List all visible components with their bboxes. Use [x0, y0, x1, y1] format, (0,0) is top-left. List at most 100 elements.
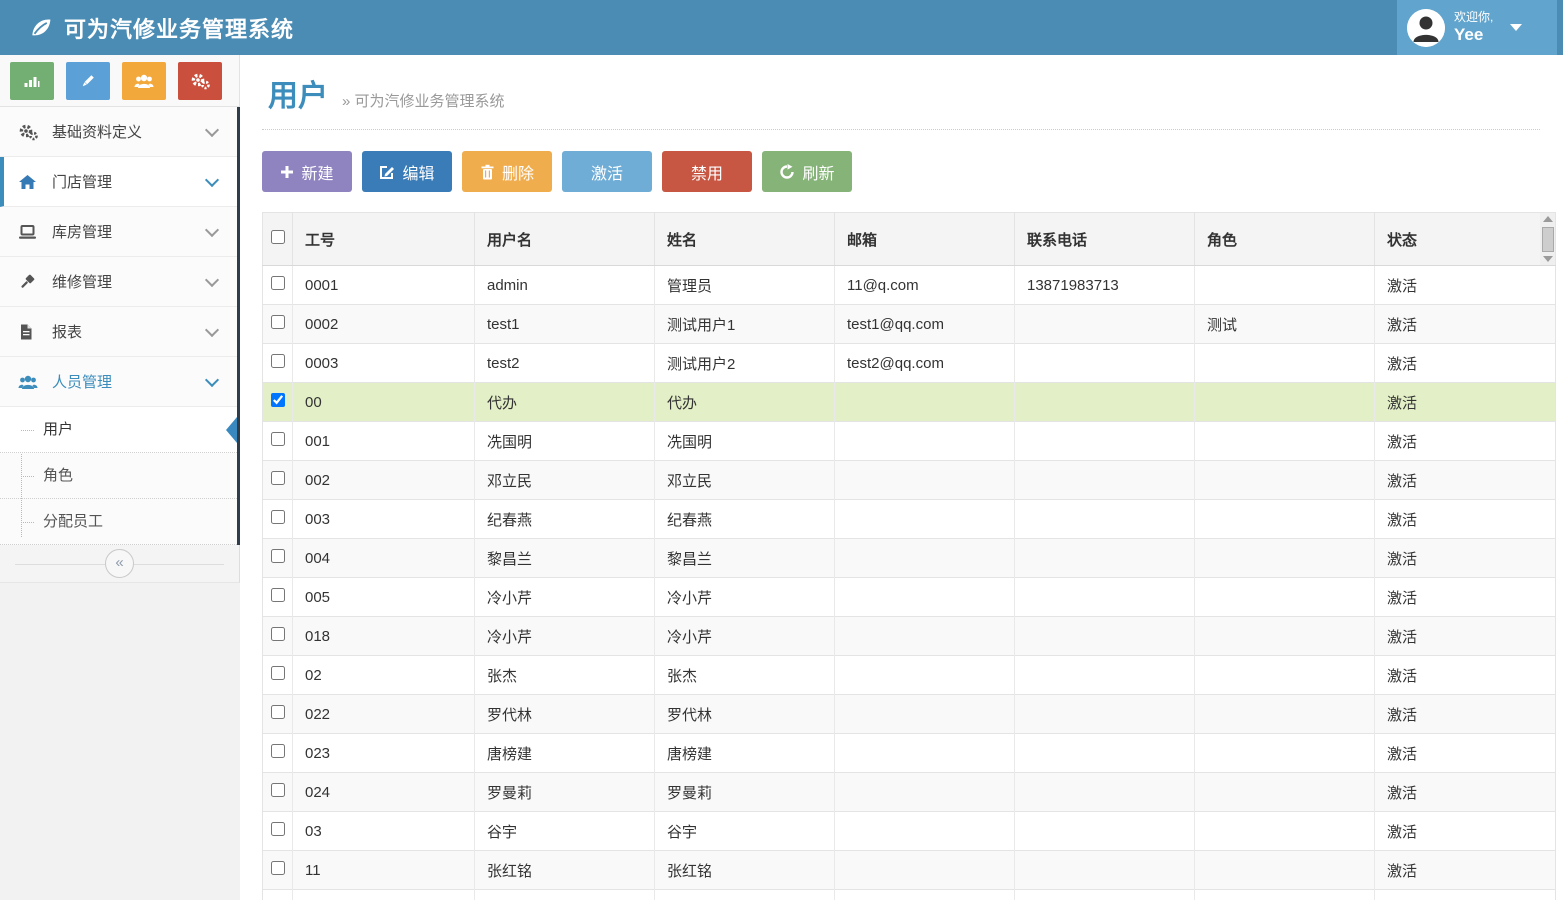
table-row[interactable]: 001冼国明冼国明激活: [263, 422, 1556, 461]
table-cell: 03: [293, 812, 475, 851]
table-row[interactable]: 003纪春燕纪春燕激活: [263, 500, 1556, 539]
sidebar-quick-buttons: [0, 55, 240, 107]
pencil-icon: [79, 72, 97, 90]
sidebar-item-personnel[interactable]: 人员管理: [0, 357, 237, 407]
table-row[interactable]: 018冷小芹冷小芹激活: [263, 617, 1556, 656]
sidebar-item-basic-data[interactable]: 基础资料定义: [0, 107, 237, 157]
table-cell: 00: [293, 383, 475, 422]
table-row[interactable]: 12何晓红何晓红激活: [263, 890, 1556, 900]
delete-button[interactable]: 删除: [462, 151, 552, 192]
quick-settings-button[interactable]: [178, 62, 222, 100]
row-checkbox[interactable]: [271, 783, 285, 797]
row-checkbox[interactable]: [271, 549, 285, 563]
sidebar-item-stores[interactable]: 门店管理: [0, 157, 237, 207]
table-cell: [1015, 695, 1195, 734]
table-row[interactable]: 002邓立民邓立民激活: [263, 461, 1556, 500]
refresh-button[interactable]: 刷新: [762, 151, 852, 192]
column-header-email[interactable]: 邮箱: [835, 213, 1015, 266]
new-button[interactable]: 新建: [262, 151, 352, 192]
row-checkbox[interactable]: [271, 510, 285, 524]
table-cell: 0002: [293, 305, 475, 344]
chevron-down-icon: [205, 372, 219, 386]
row-checkbox[interactable]: [271, 744, 285, 758]
table-row[interactable]: 004黎昌兰黎昌兰激活: [263, 539, 1556, 578]
table-cell: [835, 890, 1015, 900]
table-cell: 张红铭: [475, 851, 655, 890]
page-title: 用户: [268, 71, 328, 115]
sidebar-item-label: 报表: [52, 321, 82, 342]
table-cell: [1195, 266, 1375, 305]
row-checkbox[interactable]: [271, 315, 285, 329]
table-cell: 001: [293, 422, 475, 461]
table-cell: [1015, 383, 1195, 422]
edit-button[interactable]: 编辑: [362, 151, 452, 192]
row-checkbox[interactable]: [271, 822, 285, 836]
table-row[interactable]: 022罗代林罗代林激活: [263, 695, 1556, 734]
sidebar-subitem-roles[interactable]: 角色: [0, 453, 237, 499]
disable-button[interactable]: 禁用: [662, 151, 752, 192]
table-row[interactable]: 024罗曼莉罗曼莉激活: [263, 773, 1556, 812]
table-cell: [835, 851, 1015, 890]
scroll-up-icon[interactable]: [1543, 216, 1553, 222]
row-checkbox[interactable]: [271, 666, 285, 680]
table-cell: 13871983713: [1015, 266, 1195, 305]
user-menu[interactable]: 欢迎你, Yee: [1397, 0, 1557, 55]
row-checkbox[interactable]: [271, 861, 285, 875]
table-cell: 黎昌兰: [475, 539, 655, 578]
table-vertical-scrollbar[interactable]: [1540, 213, 1556, 265]
sidebar-item-reports[interactable]: 报表: [0, 307, 237, 357]
table-cell: 003: [293, 500, 475, 539]
table-row[interactable]: 11张红铭张红铭激活: [263, 851, 1556, 890]
sidebar-collapse-button[interactable]: «: [105, 549, 134, 578]
scrollbar-spacer-cell: [1540, 383, 1556, 422]
row-checkbox[interactable]: [271, 354, 285, 368]
activate-button[interactable]: 激活: [562, 151, 652, 192]
quick-users-button[interactable]: [122, 62, 166, 100]
sidebar-item-repair[interactable]: 维修管理: [0, 257, 237, 307]
row-checkbox[interactable]: [271, 588, 285, 602]
table-row[interactable]: 0002test1测试用户1test1@qq.com测试激活: [263, 305, 1556, 344]
table-cell: [1015, 461, 1195, 500]
column-header-id[interactable]: 工号: [293, 213, 475, 266]
table-row[interactable]: 02张杰张杰激活: [263, 656, 1556, 695]
table-cell: 谷宇: [475, 812, 655, 851]
table-row[interactable]: 03谷宇谷宇激活: [263, 812, 1556, 851]
users-icon: [134, 72, 154, 90]
table-row[interactable]: 0001admin管理员11@q.com13871983713激活: [263, 266, 1556, 305]
column-header-username[interactable]: 用户名: [475, 213, 655, 266]
row-checkbox[interactable]: [271, 393, 285, 407]
row-checkbox[interactable]: [271, 432, 285, 446]
scrollbar-spacer-cell: [1540, 617, 1556, 656]
row-checkbox[interactable]: [271, 471, 285, 485]
row-checkbox-cell: [263, 266, 293, 305]
select-all-checkbox-cell: [263, 213, 293, 266]
table-row[interactable]: 00代办代办激活: [263, 383, 1556, 422]
table-cell: 激活: [1375, 695, 1540, 734]
table-row[interactable]: 023唐榜建唐榜建激活: [263, 734, 1556, 773]
table-cell: 11: [293, 851, 475, 890]
column-header-status[interactable]: 状态: [1375, 213, 1540, 266]
sidebar-item-warehouse[interactable]: 库房管理: [0, 207, 237, 257]
sidebar-subitem-users[interactable]: 用户: [0, 407, 237, 453]
column-header-phone[interactable]: 联系电话: [1015, 213, 1195, 266]
chevron-down-icon: [1510, 24, 1522, 31]
quick-edit-button[interactable]: [66, 62, 110, 100]
quick-chart-button[interactable]: [10, 62, 54, 100]
column-header-name[interactable]: 姓名: [655, 213, 835, 266]
select-all-checkbox[interactable]: [271, 230, 285, 244]
column-header-role[interactable]: 角色: [1195, 213, 1375, 266]
sidebar-subitem-assign-staff[interactable]: 分配员工: [0, 499, 237, 545]
row-checkbox[interactable]: [271, 705, 285, 719]
table-row[interactable]: 0003test2测试用户2test2@qq.com激活: [263, 344, 1556, 383]
row-checkbox[interactable]: [271, 276, 285, 290]
table-cell: 黎昌兰: [655, 539, 835, 578]
scrollbar-thumb[interactable]: [1542, 227, 1554, 252]
table-cell: 冷小芹: [655, 617, 835, 656]
table-cell: [1195, 773, 1375, 812]
table-cell: 激活: [1375, 383, 1540, 422]
row-checkbox[interactable]: [271, 627, 285, 641]
trash-icon: [480, 164, 495, 180]
scroll-down-icon[interactable]: [1543, 256, 1553, 262]
table-cell: [1015, 851, 1195, 890]
table-row[interactable]: 005冷小芹冷小芹激活: [263, 578, 1556, 617]
